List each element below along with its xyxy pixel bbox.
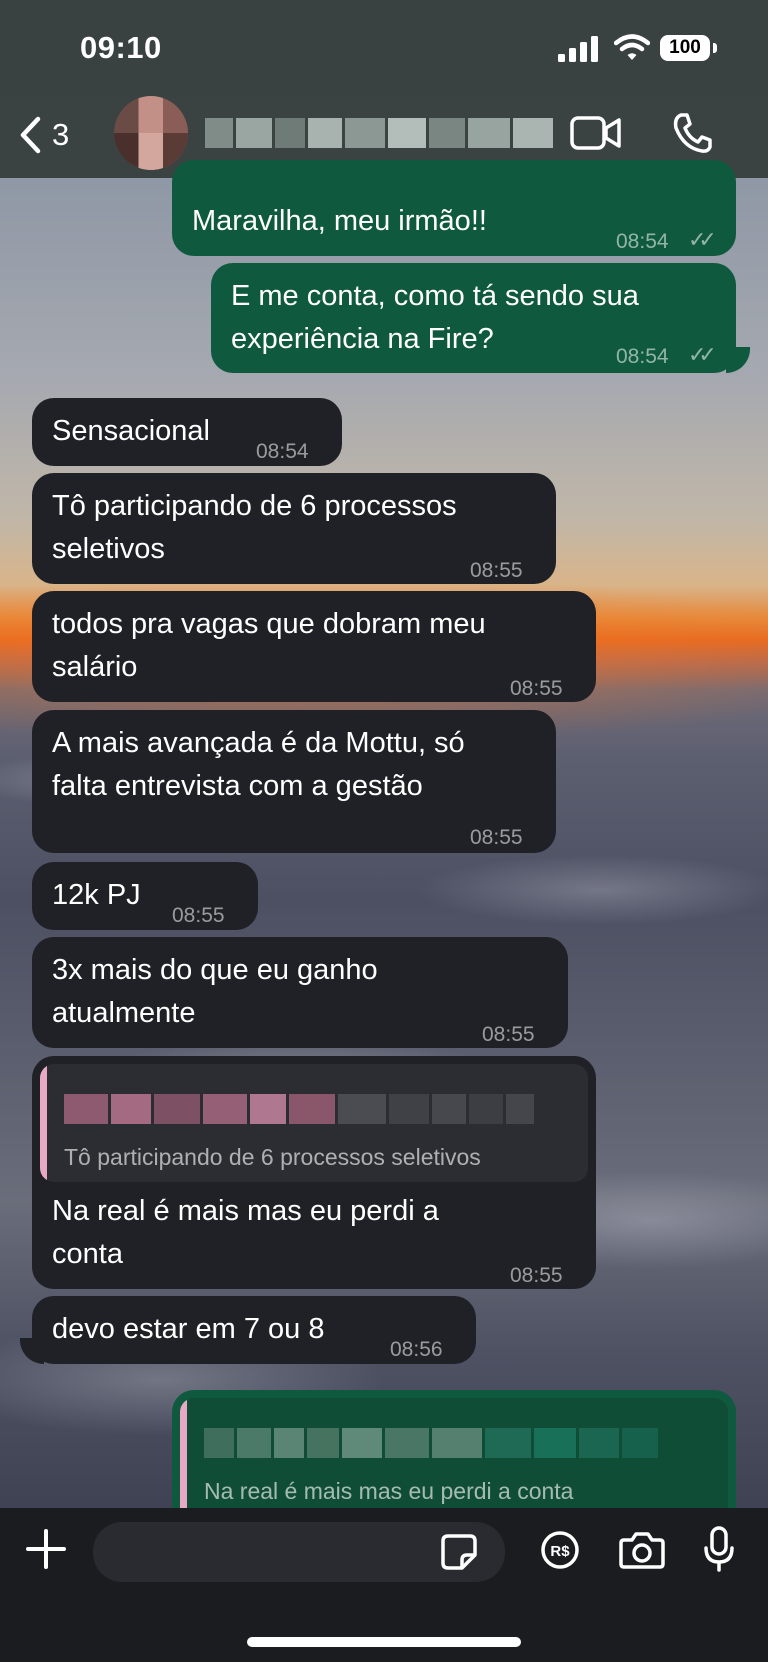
message-time: 08:56: [390, 1338, 443, 1361]
message-time: 08:55: [470, 559, 523, 582]
message-bubble-incoming[interactable]: A mais avançada é da Mottu, só falta ent…: [32, 710, 556, 853]
message-bubble-outgoing[interactable]: E me conta, como tá sendo sua experiênci…: [211, 263, 736, 373]
message-time: 08:55: [482, 1023, 535, 1046]
pix-payment-button[interactable]: R$: [540, 1530, 580, 1575]
quoted-sender-redacted: [64, 1094, 534, 1124]
message-text-line: seletivos: [52, 533, 165, 565]
message-text: devo estar em 7 ou 8: [52, 1313, 325, 1345]
microphone-icon[interactable]: [703, 1526, 735, 1572]
message-bubble-incoming[interactable]: devo estar em 7 ou 8 08:56: [32, 1296, 476, 1364]
read-receipt-icon: ✓✓: [688, 227, 717, 252]
message-text-line: experiência na Fire?: [231, 323, 494, 355]
message-bubble-incoming[interactable]: Sensacional 08:54: [32, 398, 342, 466]
message-text-line: Tô participando de 6 processos: [52, 490, 457, 522]
message-bubble-incoming[interactable]: 3x mais do que eu ganho atualmente 08:55: [32, 937, 568, 1048]
message-bubble-incoming[interactable]: todos pra vagas que dobram meu salário 0…: [32, 591, 596, 702]
camera-icon[interactable]: [618, 1530, 666, 1570]
message-text-line: salário: [52, 651, 138, 683]
message-text-line: falta entrevista com a gestão: [52, 770, 423, 802]
message-bubble-incoming[interactable]: 12k PJ 08:55: [32, 862, 258, 930]
message-text: Maravilha, meu irmão!!: [192, 205, 487, 237]
message-text-line: E me conta, como tá sendo sua: [231, 280, 639, 312]
message-bubble-incoming[interactable]: Tô participando de 6 processos seletivos…: [32, 473, 556, 584]
plus-icon[interactable]: [24, 1527, 68, 1571]
message-text-line: 3x mais do que eu ganho: [52, 954, 378, 986]
message-time: 08:54: [616, 345, 669, 368]
quote-accent-bar: [40, 1064, 47, 1182]
message-text-line: Na real é mais mas eu perdi a: [52, 1195, 439, 1227]
pix-payment-icon: R$: [541, 1531, 579, 1569]
message-text-line: atualmente: [52, 997, 196, 1029]
message-time: 08:55: [510, 677, 563, 700]
quoted-sender-redacted: [204, 1428, 658, 1458]
message-text-line: A mais avançada é da Mottu, só: [52, 727, 465, 759]
message-time: 08:55: [172, 904, 225, 927]
message-time: 08:54: [256, 440, 309, 463]
quoted-message[interactable]: Tô participando de 6 processos seletivos: [40, 1064, 588, 1182]
sticker-icon[interactable]: [440, 1533, 478, 1571]
home-indicator[interactable]: [247, 1637, 521, 1647]
message-bubble-incoming-reply[interactable]: Tô participando de 6 processos seletivos…: [32, 1056, 596, 1289]
quoted-text: Tô participando de 6 processos seletivos: [64, 1144, 481, 1170]
message-time: 08:54: [616, 230, 669, 253]
read-receipt-icon: ✓✓: [688, 342, 717, 367]
pix-label: R$: [550, 1543, 570, 1560]
message-time: 08:55: [470, 826, 523, 849]
message-text: 12k PJ: [52, 879, 141, 911]
message-text: Sensacional: [52, 415, 210, 447]
message-time: 08:55: [510, 1264, 563, 1287]
header-overlay: [0, 0, 768, 178]
message-text-line: todos pra vagas que dobram meu: [52, 608, 486, 640]
quoted-text: Na real é mais mas eu perdi a conta: [204, 1478, 574, 1504]
message-text-line: conta: [52, 1238, 123, 1270]
